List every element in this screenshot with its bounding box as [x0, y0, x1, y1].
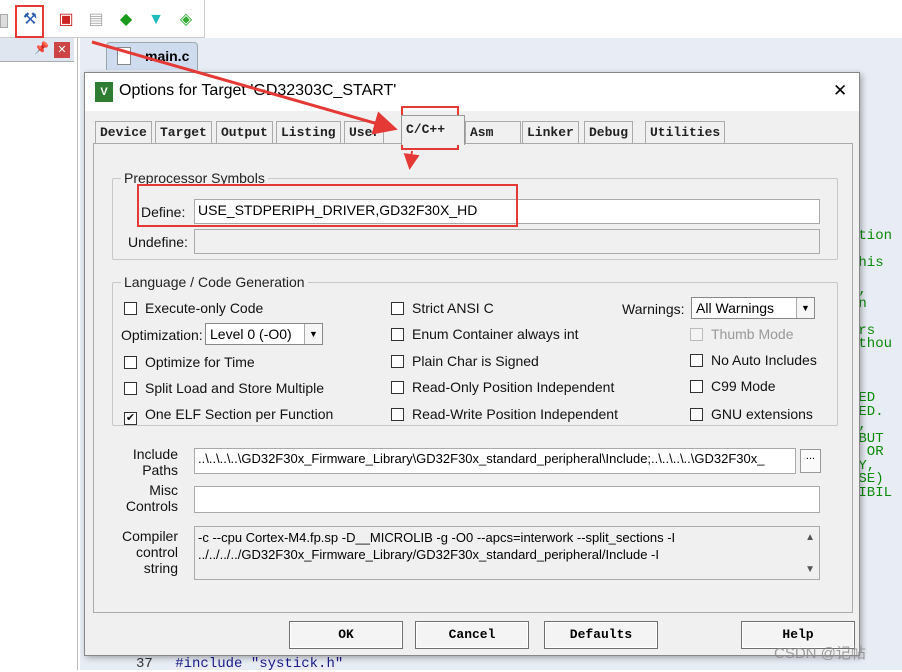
watermark: CSDN @记帖 — [774, 645, 866, 662]
annotation-arrows — [91, 40, 420, 170]
annotation-arrow-define — [403, 150, 420, 170]
tab-c-cpp[interactable]: C/C++ — [401, 115, 465, 145]
annotation-arrow-main — [91, 40, 398, 135]
